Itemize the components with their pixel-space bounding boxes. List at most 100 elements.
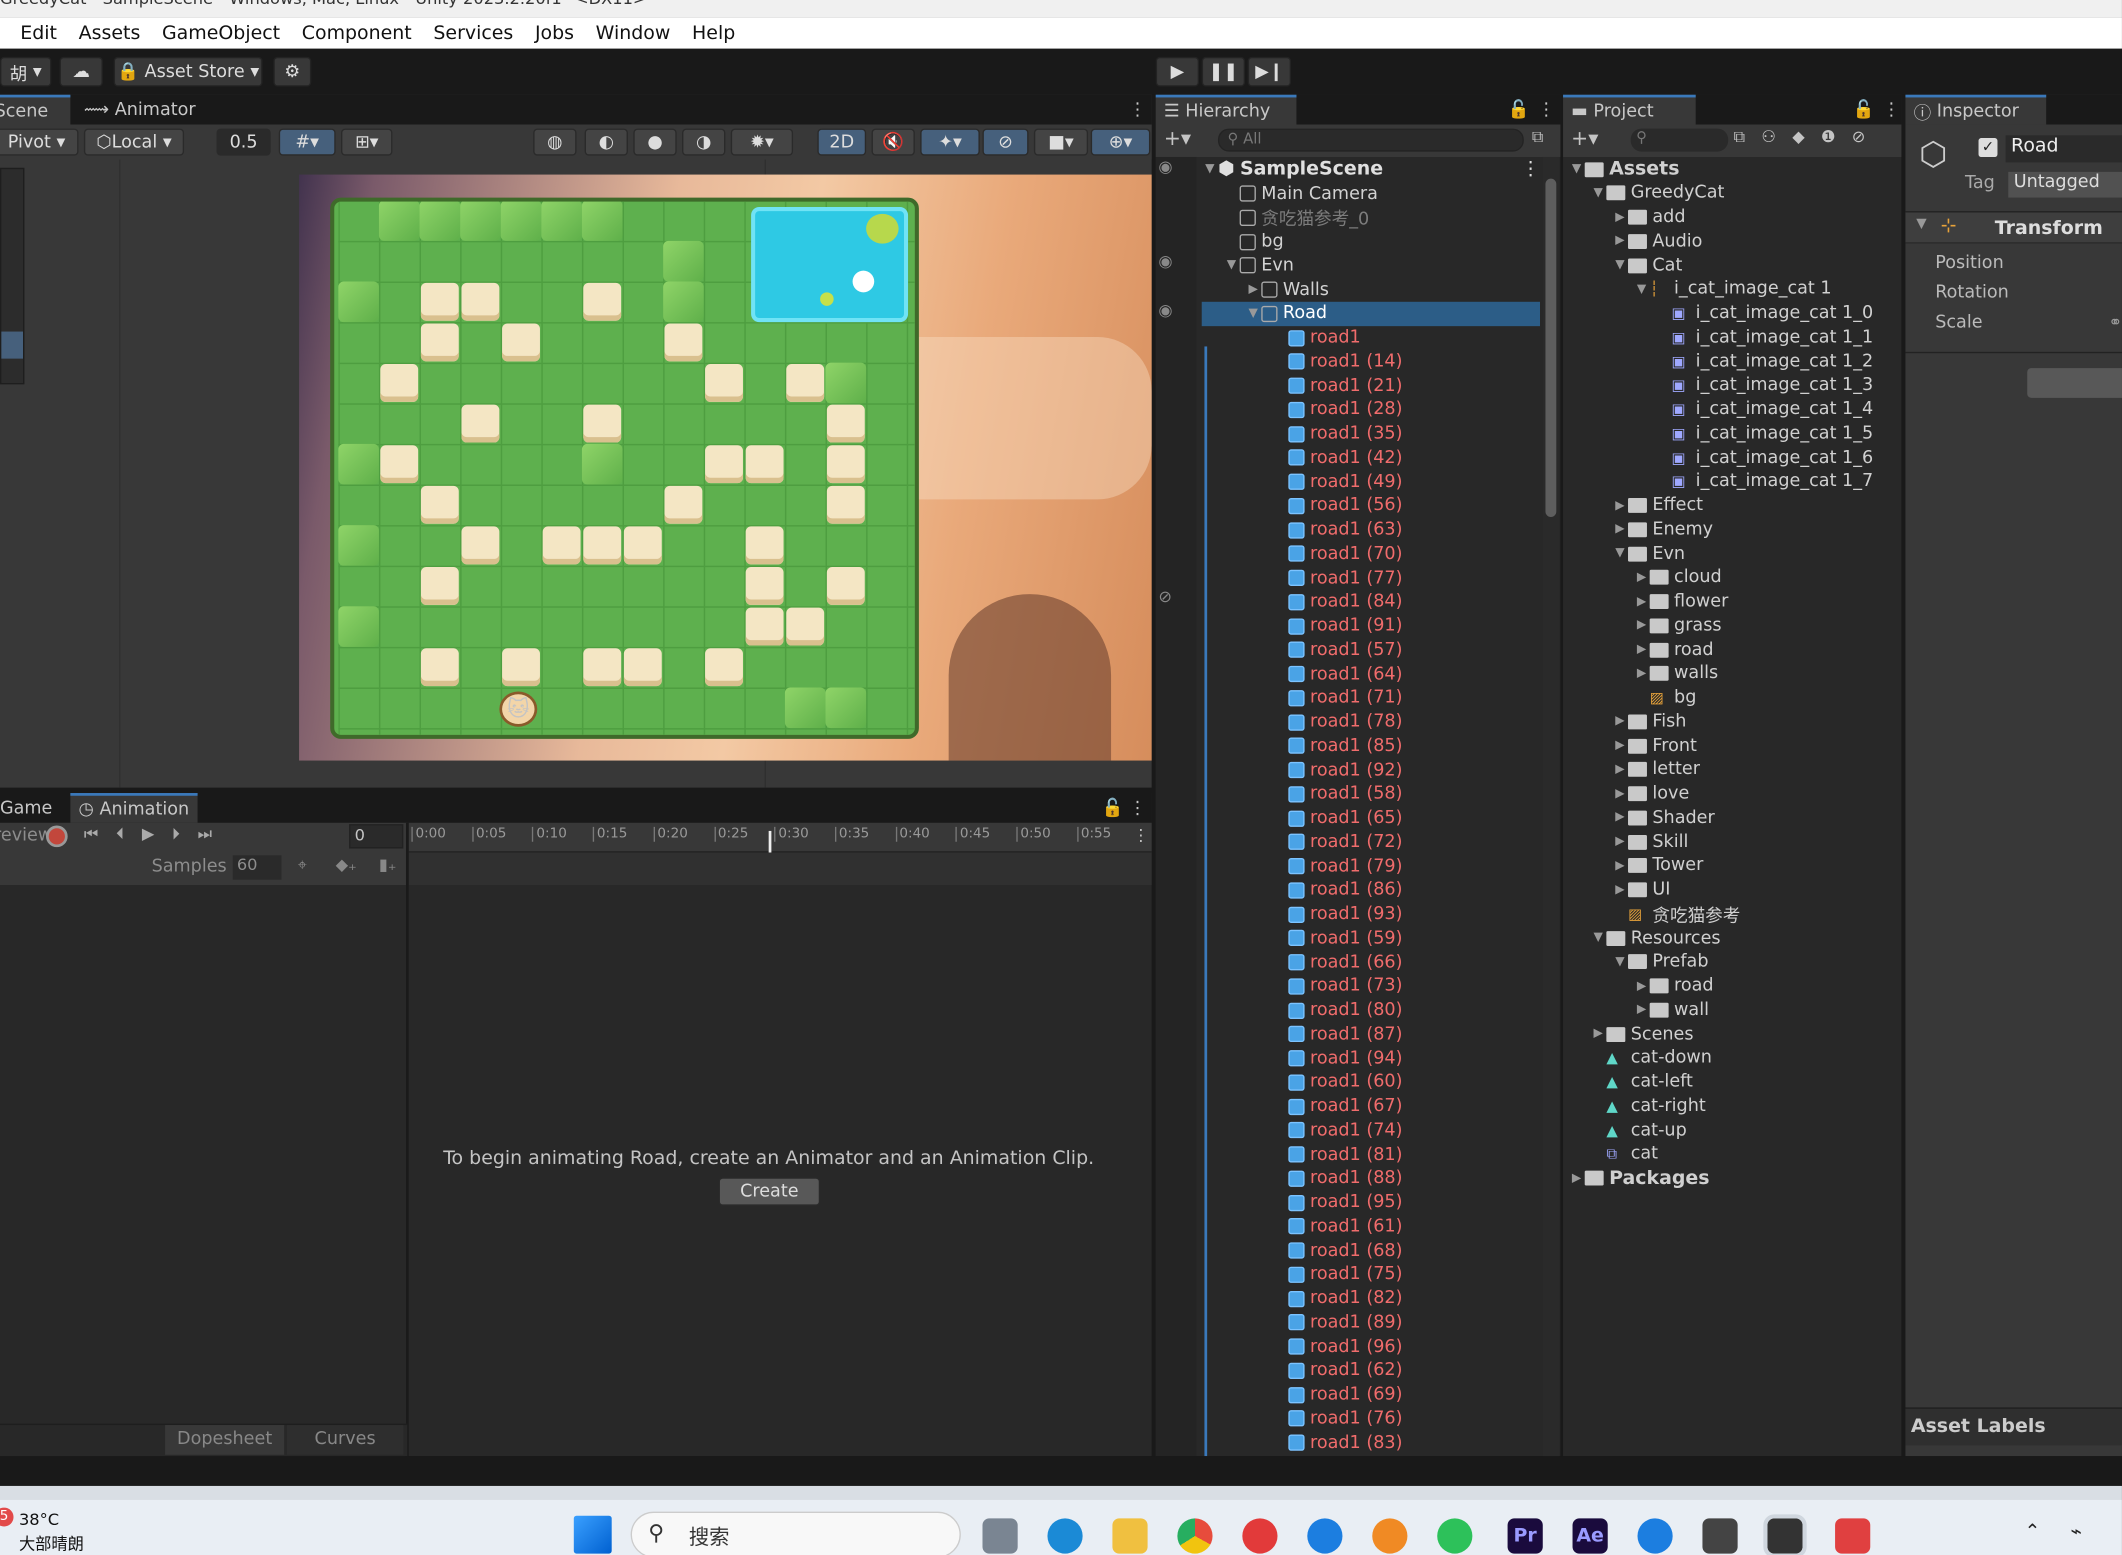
scrollbar-thumb[interactable]: [1545, 178, 1557, 517]
road-prefab-item[interactable]: road1 (64): [1202, 662, 1540, 686]
file-explorer-icon[interactable]: [1112, 1518, 1148, 1554]
road-prefab-item[interactable]: road1 (14): [1202, 349, 1540, 373]
road-prefab-item[interactable]: road1 (58): [1202, 782, 1540, 806]
tools-overlay[interactable]: [0, 167, 25, 385]
scene-menu-icon[interactable]: ⋮: [1521, 158, 1540, 180]
grid-snap-icon[interactable]: #▾: [278, 128, 336, 156]
project-item[interactable]: ▼ Evn: [1568, 541, 1901, 565]
project-item[interactable]: ▶ road: [1568, 974, 1901, 998]
road-prefab-item[interactable]: road1 (56): [1202, 494, 1540, 518]
hierarchy-item[interactable]: bg: [1202, 229, 1540, 253]
road-prefab-item[interactable]: road1 (66): [1202, 950, 1540, 974]
road-prefab-item[interactable]: road1 (21): [1202, 374, 1540, 398]
road-tile[interactable]: [705, 445, 743, 484]
add-icon[interactable]: +▾: [1571, 126, 1598, 150]
cloud-icon[interactable]: ☁: [59, 56, 103, 87]
search-options-icon[interactable]: ⧉: [1532, 127, 1544, 147]
project-item[interactable]: ▶ Effect: [1568, 493, 1901, 517]
road-prefab-item[interactable]: road1 (59): [1202, 926, 1540, 950]
project-item[interactable]: ▶ road: [1568, 637, 1901, 661]
mode-2d-button[interactable]: 2D: [817, 128, 867, 156]
project-item[interactable]: ▲ cat-down: [1568, 1046, 1901, 1070]
tab-inspector[interactable]: ⓘ Inspector: [1905, 94, 2047, 125]
road-prefab-item[interactable]: road1 (95): [1202, 1190, 1540, 1214]
road-prefab-item[interactable]: road1 (88): [1202, 1166, 1540, 1190]
wechat-icon[interactable]: [1437, 1518, 1473, 1554]
road-tile[interactable]: [502, 648, 540, 687]
road-prefab-item[interactable]: road1 (63): [1202, 518, 1540, 542]
blender-icon[interactable]: [1372, 1518, 1408, 1554]
road-tile[interactable]: [420, 282, 459, 321]
road-tile[interactable]: [745, 567, 784, 605]
project-item[interactable]: ▶ Tower: [1568, 854, 1901, 878]
menu-window[interactable]: Window: [585, 22, 681, 44]
windows-start-icon[interactable]: [573, 1515, 612, 1554]
road-tile[interactable]: [420, 323, 459, 362]
hierarchy-scrollbar[interactable]: [1542, 156, 1560, 1457]
road-tile[interactable]: [502, 323, 540, 362]
project-menu-icon[interactable]: ⋮: [1874, 95, 1908, 125]
collapse-arrow-icon[interactable]: ▼: [1916, 217, 1926, 232]
project-item[interactable]: ▶ UI: [1568, 878, 1901, 902]
project-item[interactable]: ▶ Shader: [1568, 806, 1901, 830]
expand-arrow-icon[interactable]: ▼: [1612, 547, 1628, 561]
unity-editor-icon[interactable]: [1763, 1514, 1807, 1555]
premiere-icon[interactable]: Pr: [1507, 1518, 1543, 1554]
edge-icon[interactable]: [1047, 1518, 1083, 1554]
shading-icon[interactable]: ◐: [584, 128, 628, 156]
expand-arrow-icon[interactable]: ▶: [1612, 523, 1628, 537]
expand-arrow-icon[interactable]: ▼: [1590, 186, 1606, 200]
record-icon[interactable]: [46, 825, 68, 848]
project-item[interactable]: ▶ wall: [1568, 998, 1901, 1022]
menu-edit[interactable]: Edit: [9, 22, 67, 44]
expand-arrow-icon[interactable]: ▶: [1568, 1171, 1584, 1185]
expand-arrow-icon[interactable]: ▶: [1612, 883, 1628, 897]
road-tile[interactable]: [583, 526, 622, 565]
project-item[interactable]: ▶ Fish: [1568, 709, 1901, 733]
road-tile[interactable]: [380, 445, 419, 484]
project-item[interactable]: ▼ Prefab: [1568, 950, 1901, 974]
road-prefab-item[interactable]: road1 (62): [1202, 1358, 1540, 1382]
preview-label[interactable]: Preview: [0, 826, 52, 846]
project-item[interactable]: ▲ cat-right: [1568, 1094, 1901, 1118]
menu-gameobject[interactable]: GameObject: [151, 22, 291, 44]
tag-dropdown[interactable]: Untagged: [2008, 171, 2122, 198]
tab-game[interactable]: Game: [0, 793, 60, 823]
dopesheet-tab[interactable]: Dopesheet: [165, 1425, 285, 1455]
play-button[interactable]: ▶: [1155, 56, 1200, 87]
road-tile[interactable]: [826, 567, 865, 605]
project-item[interactable]: ▶ love: [1568, 782, 1901, 806]
project-item[interactable]: ▲ cat-up: [1568, 1118, 1901, 1142]
road-prefab-item[interactable]: road1 (42): [1202, 446, 1540, 470]
road-prefab-item[interactable]: road1 (69): [1202, 1382, 1540, 1406]
expand-arrow-icon[interactable]: ▶: [1633, 571, 1649, 585]
project-item[interactable]: ▶ cloud: [1568, 565, 1901, 589]
expand-arrow-icon[interactable]: ▶: [1590, 1027, 1606, 1041]
road-tile[interactable]: [583, 404, 622, 443]
project-search-input[interactable]: ⚲: [1630, 128, 1729, 152]
road-prefab-item[interactable]: road1 (72): [1202, 830, 1540, 854]
scene-row[interactable]: ▼ ⬢ SampleScene ⋮: [1202, 157, 1540, 181]
project-item[interactable]: ▼ Resources: [1568, 926, 1901, 950]
gear-icon[interactable]: ⚙: [273, 56, 312, 87]
expand-arrow-icon[interactable]: ▼: [1590, 931, 1606, 945]
road-tile[interactable]: [826, 485, 865, 524]
expand-arrow-icon[interactable]: ▶: [1612, 811, 1628, 825]
expand-arrow-icon[interactable]: ▼: [1223, 259, 1239, 273]
expand-arrow-icon[interactable]: ▶: [1612, 763, 1628, 777]
project-item[interactable]: ▣ i_cat_image_cat 1_4: [1568, 397, 1901, 421]
road-prefab-item[interactable]: road1 (79): [1202, 854, 1540, 878]
audio-mute-icon[interactable]: 🔇: [871, 128, 915, 156]
asset-store-button[interactable]: 🔒 Asset Store ▾: [113, 56, 263, 87]
pivot-dropdown[interactable]: Pivot ▾: [0, 128, 79, 156]
hidden-eye-icon[interactable]: ⊘: [1158, 587, 1172, 606]
road-prefab-item[interactable]: road1 (75): [1202, 1262, 1540, 1286]
project-item[interactable]: ▼ GreedyCat: [1568, 181, 1901, 205]
road-prefab-item[interactable]: road1 (93): [1202, 902, 1540, 926]
road-prefab-item[interactable]: road1 (86): [1202, 878, 1540, 902]
road-tile[interactable]: [826, 404, 865, 443]
project-item[interactable]: ▨ bg: [1568, 685, 1901, 709]
project-item[interactable]: ▼ Assets: [1568, 157, 1901, 181]
project-item[interactable]: ▶ Front: [1568, 733, 1901, 757]
road-tile[interactable]: [745, 445, 784, 484]
